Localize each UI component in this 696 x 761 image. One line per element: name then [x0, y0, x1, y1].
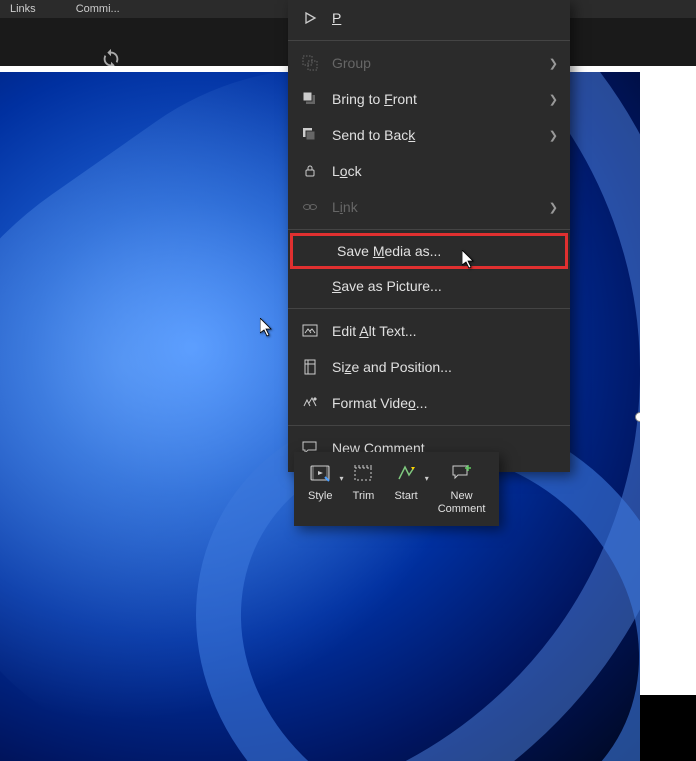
send-back-icon: [300, 125, 320, 145]
toolbar-label: Trim: [353, 490, 375, 502]
menu-link: Link ❯: [288, 189, 570, 225]
slide-margin: [640, 72, 696, 695]
toolbar-label: Start: [394, 490, 417, 502]
ribbon-comment[interactable]: Commi...: [76, 3, 120, 15]
menu-preview[interactable]: P: [288, 0, 570, 36]
menu-bring-to-front[interactable]: Bring to Front ❯: [288, 81, 570, 117]
toolbar-trim[interactable]: Trim: [344, 460, 382, 518]
style-icon: [309, 462, 331, 484]
context-menu: P Group ❯ Bring to Front ❯ Send to Back …: [288, 0, 570, 472]
toolbar-label: New Comment: [438, 490, 486, 516]
menu-size-position[interactable]: Size and Position...: [288, 349, 570, 385]
toolbar-start[interactable]: ▾ Start: [386, 460, 425, 518]
chevron-right-icon: ❯: [549, 57, 558, 70]
toolbar-style[interactable]: ▾ Style: [300, 460, 340, 518]
dropdown-caret-icon: ▾: [425, 474, 429, 483]
menu-separator: [288, 308, 570, 309]
menu-lock[interactable]: Lock: [288, 153, 570, 189]
menu-separator: [288, 40, 570, 41]
toolbar-new-comment[interactable]: New Comment: [430, 460, 494, 518]
mini-toolbar: ▾ Style Trim ▾ Start New Comment: [294, 452, 499, 526]
chevron-right-icon: ❯: [549, 93, 558, 106]
bring-front-icon: [300, 89, 320, 109]
chevron-right-icon: ❯: [549, 129, 558, 142]
menu-edit-alt-text[interactable]: Edit Alt Text...: [288, 313, 570, 349]
format-video-icon: [300, 393, 320, 413]
menu-save-as-picture[interactable]: Save as Picture...: [288, 268, 570, 304]
new-comment-icon: [451, 462, 473, 484]
menu-save-media-as[interactable]: Save Media as...: [290, 233, 568, 269]
start-icon: [395, 462, 417, 484]
play-icon: [300, 8, 320, 28]
menu-separator: [288, 425, 570, 426]
blank-icon: [305, 241, 325, 261]
menu-format-video[interactable]: Format Video...: [288, 385, 570, 421]
blank-icon: [300, 276, 320, 296]
toolbar-label: Style: [308, 490, 332, 502]
menu-send-to-back[interactable]: Send to Back ❯: [288, 117, 570, 153]
chevron-right-icon: ❯: [549, 201, 558, 214]
lock-icon: [300, 161, 320, 181]
menu-separator: [288, 229, 570, 230]
trim-icon: [352, 462, 374, 484]
ribbon-links[interactable]: Links: [10, 3, 36, 15]
menu-group: Group ❯: [288, 45, 570, 81]
group-icon: [300, 53, 320, 73]
dropdown-caret-icon: ▾: [339, 474, 343, 483]
link-icon: [300, 197, 320, 217]
size-position-icon: [300, 357, 320, 377]
alt-text-icon: [300, 321, 320, 341]
